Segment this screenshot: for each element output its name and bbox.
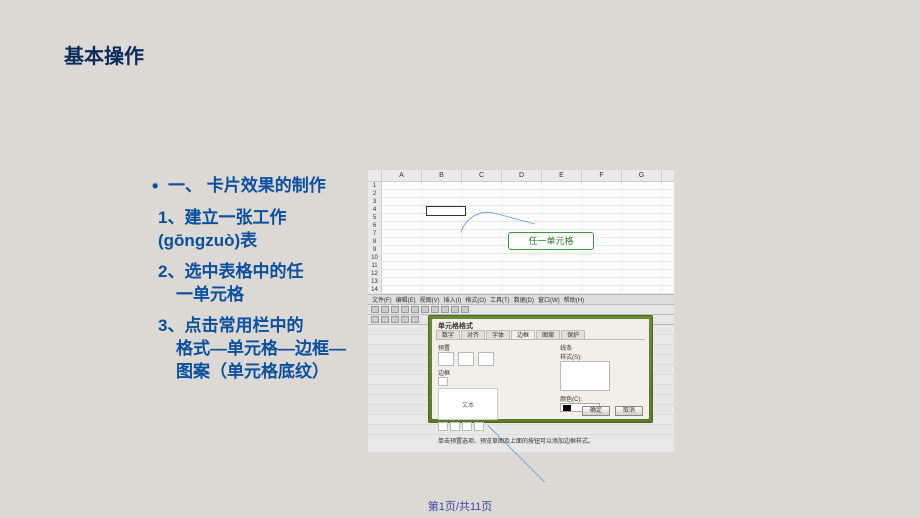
row-number: 6 (368, 222, 382, 229)
row-number: 7 (368, 230, 382, 237)
style-label: 样式(S): (560, 352, 643, 361)
dialog-tab: 字体 (486, 330, 510, 339)
menu-item: 数据(D) (514, 295, 534, 304)
toolbar-icon (371, 316, 379, 323)
line-label: 线条 (560, 343, 643, 352)
row-number: 10 (368, 254, 382, 261)
line-style-list (560, 361, 610, 391)
corner-cell (368, 170, 382, 181)
col-header: B (422, 170, 462, 181)
dialog-tab: 数字 (436, 330, 460, 339)
preset-none-icon (438, 352, 454, 366)
bullet-step-2-line1: 2、选中表格中的任 (158, 262, 303, 281)
menu-item: 文件(F) (372, 295, 392, 304)
border-btn-icon (450, 422, 460, 431)
preset-label: 预置 (438, 343, 554, 352)
cell-format-dialog: 单元格格式 数字 对齐 字体 边框 图案 保护 预置 (428, 315, 653, 423)
selected-cell (426, 206, 466, 216)
border-btn-icon (474, 422, 484, 431)
dialog-tabs: 数字 对齐 字体 边框 图案 保护 (436, 330, 645, 340)
toolbar-icon (391, 306, 399, 313)
bullet-step-1: 1、建立一张工作(gōngzuò)表 (150, 207, 360, 253)
dialog-tab: 对齐 (461, 330, 485, 339)
ok-button: 确定 (582, 406, 610, 416)
row-number: 2 (368, 190, 382, 197)
dialog-tab-active: 边框 (511, 330, 535, 339)
col-header: G (622, 170, 662, 181)
page-footer: 第1页/共11页 (0, 498, 920, 514)
row-number: 8 (368, 238, 382, 245)
menu-item: 窗口(W) (538, 295, 560, 304)
menu-item: 格式(O) (465, 295, 486, 304)
dialog-title: 单元格格式 (436, 321, 645, 330)
border-btn-icon (438, 422, 448, 431)
toolbar-icon (401, 306, 409, 313)
embedded-screenshot: A B C D E F G 1 2 3 4 5 6 7 8 9 10 11 12… (368, 170, 674, 452)
bullet-step-3-line2: 格式—单元格—边框—图案（单元格底纹） (158, 338, 360, 384)
toolbar-icon (411, 306, 419, 313)
bullet-step-2-line2: 一单元格 (158, 284, 360, 307)
preset-outline-icon (458, 352, 474, 366)
slide-title: 基本操作 (64, 40, 144, 69)
dialog-tab: 图案 (536, 330, 560, 339)
row-number: 3 (368, 198, 382, 205)
color-swatch (563, 405, 571, 411)
row-number: 11 (368, 262, 382, 269)
row-number: 1 (368, 182, 382, 189)
bullet-step-3: 3、点击常用栏中的 格式—单元格—边框—图案（单元格底纹） (150, 315, 360, 384)
toolbar-icon (381, 316, 389, 323)
toolbar-icon (411, 316, 419, 323)
color-label: 颜色(C): (560, 394, 643, 403)
spreadsheet-upper: A B C D E F G 1 2 3 4 5 6 7 8 9 10 11 12… (368, 170, 674, 294)
col-header: C (462, 170, 502, 181)
toolbar-icon (401, 316, 409, 323)
row-number: 12 (368, 270, 382, 277)
content-list: 一、 卡片效果的制作 1、建立一张工作(gōngzuò)表 2、选中表格中的任 … (150, 175, 360, 392)
dialog-help-text: 单击预置选项、预览草图及上面的按钮可以添加边框样式。 (436, 434, 645, 447)
menu-item: 视图(V) (420, 295, 440, 304)
border-label: 边框 (438, 368, 554, 377)
row-number: 14 (368, 286, 382, 293)
col-header: E (542, 170, 582, 181)
col-header: F (582, 170, 622, 181)
menubar: 文件(F) 编辑(E) 视图(V) 插入(I) 格式(O) 工具(T) 数据(D… (368, 295, 674, 305)
menu-item: 插入(I) (444, 295, 462, 304)
dialog-body: 预置 边框 文本 (436, 340, 645, 434)
toolbar-icon (371, 306, 379, 313)
column-headers-row: A B C D E F G (368, 170, 674, 182)
spreadsheet-lower: 文件(F) 编辑(E) 视图(V) 插入(I) 格式(O) 工具(T) 数据(D… (368, 294, 674, 452)
menu-item: 编辑(E) (396, 295, 416, 304)
toolbar (368, 305, 674, 315)
cancel-button: 取消 (615, 406, 643, 416)
toolbar-icon (461, 306, 469, 313)
toolbar-icon (391, 316, 399, 323)
row-number: 13 (368, 278, 382, 285)
col-header: A (382, 170, 422, 181)
toolbar-icon (431, 306, 439, 313)
menu-item: 帮助(H) (564, 295, 584, 304)
col-header: D (502, 170, 542, 181)
bullet-main: 一、 卡片效果的制作 (150, 175, 360, 197)
toolbar-icon (421, 306, 429, 313)
row-number: 4 (368, 206, 382, 213)
menu-item: 工具(T) (490, 295, 510, 304)
callout-label: 任一单元格 (508, 232, 594, 250)
preset-inside-icon (478, 352, 494, 366)
border-btn-icon (438, 377, 448, 386)
row-number: 9 (368, 246, 382, 253)
row-number: 5 (368, 214, 382, 221)
toolbar-icon (381, 306, 389, 313)
bullet-step-2: 2、选中表格中的任 一单元格 (150, 261, 360, 307)
border-preview: 文本 (438, 388, 498, 420)
dialog-tab: 保护 (561, 330, 585, 339)
border-btn-icon (462, 422, 472, 431)
bullet-step-3-line1: 3、点击常用栏中的 (158, 316, 303, 335)
toolbar-icon (451, 306, 459, 313)
toolbar-icon (441, 306, 449, 313)
